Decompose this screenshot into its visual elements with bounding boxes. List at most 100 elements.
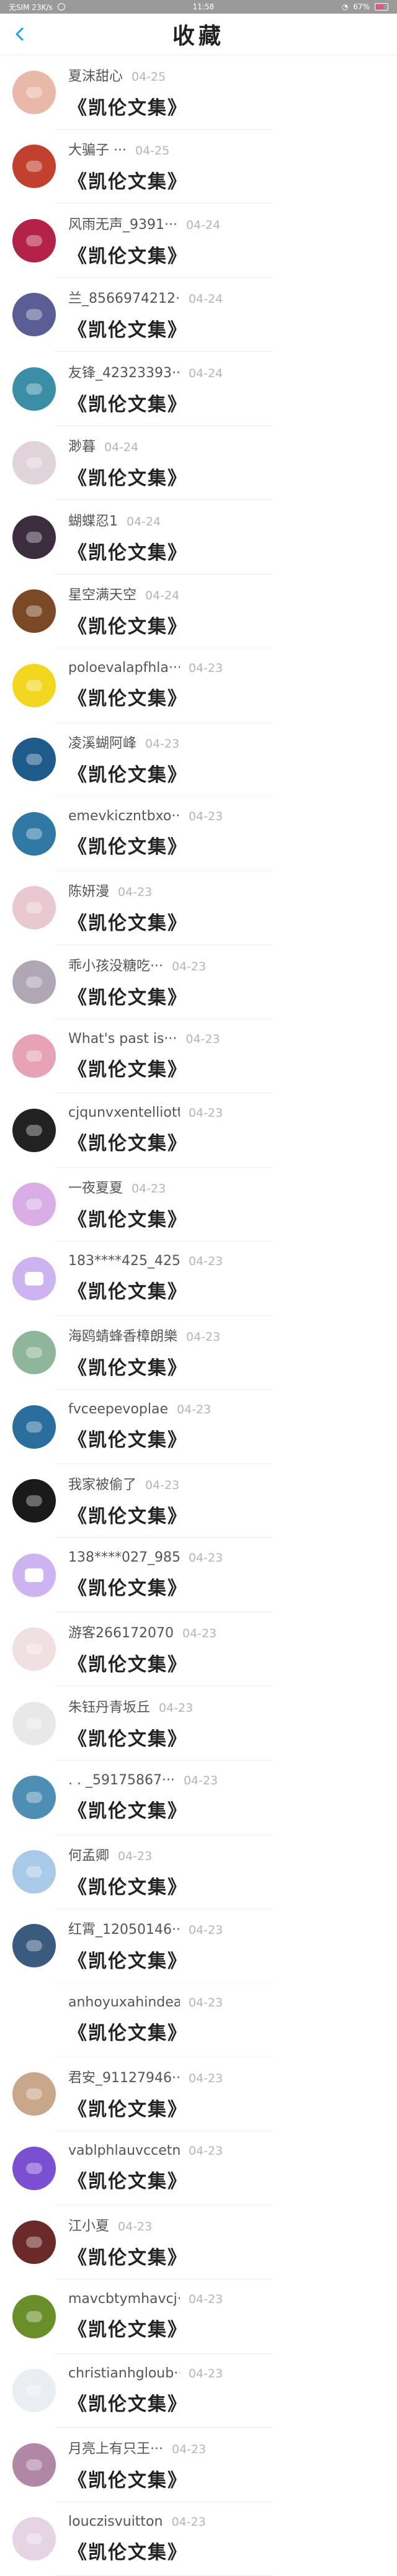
book-title[interactable]: 《凯伦文集》 xyxy=(68,2389,223,2416)
book-title[interactable]: 《凯伦文集》 xyxy=(68,315,223,342)
list-item[interactable]: 红霄_12050146···04-23《凯伦文集》 xyxy=(0,1909,397,1983)
avatar[interactable] xyxy=(12,960,56,1004)
list-item[interactable]: emevkiczntbxo···04-23《凯伦文集》 xyxy=(0,797,397,871)
username[interactable]: 183****425_425··· xyxy=(68,1253,180,1269)
username[interactable]: anhoyuxahindea··· xyxy=(68,1995,180,2010)
avatar[interactable] xyxy=(12,1702,56,1745)
avatar[interactable] xyxy=(12,2369,56,2412)
book-title[interactable]: 《凯伦文集》 xyxy=(68,1204,187,1232)
book-title[interactable]: 《凯伦文集》 xyxy=(68,389,223,416)
book-title[interactable]: 《凯伦文集》 xyxy=(68,831,223,859)
username[interactable]: 渺暮 xyxy=(68,436,96,455)
avatar[interactable] xyxy=(12,812,56,856)
username[interactable]: 星空满天空 xyxy=(68,584,136,604)
book-title[interactable]: 《凯伦文集》 xyxy=(68,1276,223,1304)
book-title[interactable]: 《凯伦文集》 xyxy=(68,1946,223,1973)
username[interactable]: 风雨无声_9391··· xyxy=(68,213,177,233)
back-arrow-icon[interactable] xyxy=(12,27,26,41)
book-title[interactable]: 《凯伦文集》 xyxy=(68,1649,216,1676)
list-item[interactable]: fvceepevoplae04-23《凯伦文集》 xyxy=(0,1390,397,1464)
username[interactable]: christianhgloub··· xyxy=(68,2366,180,2381)
avatar[interactable] xyxy=(12,1034,56,1078)
avatar[interactable] xyxy=(12,145,56,188)
book-title[interactable]: 《凯伦文集》 xyxy=(68,92,187,120)
book-title[interactable]: 《凯伦文集》 xyxy=(68,166,187,194)
avatar[interactable] xyxy=(12,71,56,114)
list-item[interactable]: 渺暮04-24《凯伦文集》 xyxy=(0,426,397,501)
list-item[interactable]: poloevalapfhla···04-23《凯伦文集》 xyxy=(0,648,397,723)
avatar[interactable] xyxy=(12,589,56,633)
avatar[interactable] xyxy=(12,1554,56,1597)
list-item[interactable]: cjqunvxentelliott04-23《凯伦文集》 xyxy=(0,1093,397,1168)
list-item[interactable]: 183****425_425···04-23《凯伦文集》 xyxy=(0,1241,397,1316)
book-title[interactable]: 《凯伦文集》 xyxy=(68,537,187,565)
book-title[interactable]: 《凯伦文集》 xyxy=(68,2166,223,2193)
list-item[interactable]: 月亮上有只王···04-23《凯伦文集》 xyxy=(0,2428,397,2502)
book-title[interactable]: 《凯伦文集》 xyxy=(68,1872,187,1899)
avatar[interactable] xyxy=(12,2072,56,2116)
avatar[interactable] xyxy=(12,1850,56,1894)
avatar[interactable] xyxy=(12,441,56,485)
avatar[interactable] xyxy=(12,1331,56,1374)
list-item[interactable]: 朱钰丹青坂丘04-23《凯伦文集》 xyxy=(0,1686,397,1761)
book-title[interactable]: 《凯伦文集》 xyxy=(68,1353,220,1380)
book-title[interactable]: 《凯伦文集》 xyxy=(68,2242,187,2270)
book-title[interactable]: 《凯伦文集》 xyxy=(68,611,187,638)
username[interactable]: 大骗子 ··· xyxy=(68,139,127,159)
username[interactable]: 兰_8566974212··· xyxy=(68,287,180,307)
list-item[interactable]: vablphlauvccetnd04-23《凯伦文集》 xyxy=(0,2131,397,2206)
avatar[interactable] xyxy=(12,1627,56,1671)
username[interactable]: 何孟卿 xyxy=(68,1845,109,1864)
avatar[interactable] xyxy=(12,1109,56,1152)
username[interactable]: 陈妍漫 xyxy=(68,880,109,900)
avatar[interactable] xyxy=(12,2517,56,2560)
list-item[interactable]: 海鸥蜻蜂香樟朗樂04-23《凯伦文集》 xyxy=(0,1316,397,1390)
username[interactable]: 蝴蝶忍1 xyxy=(68,510,118,530)
list-item[interactable]: christianhgloub···04-23《凯伦文集》 xyxy=(0,2354,397,2428)
username[interactable]: 夏沫甜心 xyxy=(68,65,123,85)
list-item[interactable]: 夏沫甜心04-25《凯伦文集》 xyxy=(0,55,397,130)
avatar[interactable] xyxy=(12,2443,56,2487)
book-title[interactable]: 《凯伦文集》 xyxy=(68,982,206,1009)
avatar[interactable] xyxy=(12,664,56,707)
book-title[interactable]: 《凯伦文集》 xyxy=(68,2018,223,2045)
book-title[interactable]: 《凯伦文集》 xyxy=(68,463,187,490)
book-title[interactable]: 《凯伦文集》 xyxy=(68,2314,223,2341)
username[interactable]: louczisvuitton xyxy=(68,2514,163,2529)
username[interactable]: vablphlauvccetnd xyxy=(68,2143,180,2158)
list-item[interactable]: 何孟卿04-23《凯伦文集》 xyxy=(0,1835,397,1909)
book-title[interactable]: 《凯伦文集》 xyxy=(68,908,187,935)
username[interactable]: 月亮上有只王··· xyxy=(68,2438,163,2457)
username[interactable]: 红霄_12050146··· xyxy=(68,1918,180,1938)
list-item[interactable]: 我家被偷了04-23《凯伦文集》 xyxy=(0,1464,397,1539)
avatar[interactable] xyxy=(12,1257,56,1300)
username[interactable]: poloevalapfhla··· xyxy=(68,660,180,676)
username[interactable]: 君安_91127946··· xyxy=(68,2067,180,2086)
avatar[interactable] xyxy=(12,516,56,559)
list-item[interactable]: 江小夏04-23《凯伦文集》 xyxy=(0,2206,397,2280)
username[interactable]: What's past is··· xyxy=(68,1031,177,1047)
username[interactable]: 138****027_985··· xyxy=(68,1550,180,1565)
avatar[interactable] xyxy=(12,1924,56,1967)
book-title[interactable]: 《凯伦文集》 xyxy=(68,2537,206,2564)
avatar[interactable] xyxy=(12,1998,56,2042)
username[interactable]: 乖小孩没糖吃··· xyxy=(68,955,163,975)
avatar[interactable] xyxy=(12,219,56,262)
avatar[interactable] xyxy=(12,2295,56,2338)
username[interactable]: cjqunvxentelliott xyxy=(68,1105,180,1120)
list-item[interactable]: 一夜夏夏04-23《凯伦文集》 xyxy=(0,1168,397,1242)
book-title[interactable]: 《凯伦文集》 xyxy=(68,1054,220,1081)
avatar[interactable] xyxy=(12,1776,56,1819)
list-item[interactable]: anhoyuxahindea···04-23《凯伦文集》 xyxy=(0,1983,397,2057)
username[interactable]: . . _59175867··· xyxy=(68,1773,175,1788)
username[interactable]: 友锋_42323393··· xyxy=(68,362,180,382)
avatar[interactable] xyxy=(12,1479,56,1523)
book-title[interactable]: 《凯伦文集》 xyxy=(68,1501,187,1528)
list-item[interactable]: mavcbtymhavcj···04-23《凯伦文集》 xyxy=(0,2279,397,2354)
list-item[interactable]: louczisvuitton04-23《凯伦文集》 xyxy=(0,2502,397,2576)
avatar[interactable] xyxy=(12,1405,56,1449)
list-item[interactable]: 星空满天空04-24《凯伦文集》 xyxy=(0,575,397,649)
list-item[interactable]: 乖小孩没糖吃···04-23《凯伦文集》 xyxy=(0,945,397,1019)
username[interactable]: emevkiczntbxo··· xyxy=(68,808,180,824)
list-item[interactable]: 陈妍漫04-23《凯伦文集》 xyxy=(0,871,397,946)
